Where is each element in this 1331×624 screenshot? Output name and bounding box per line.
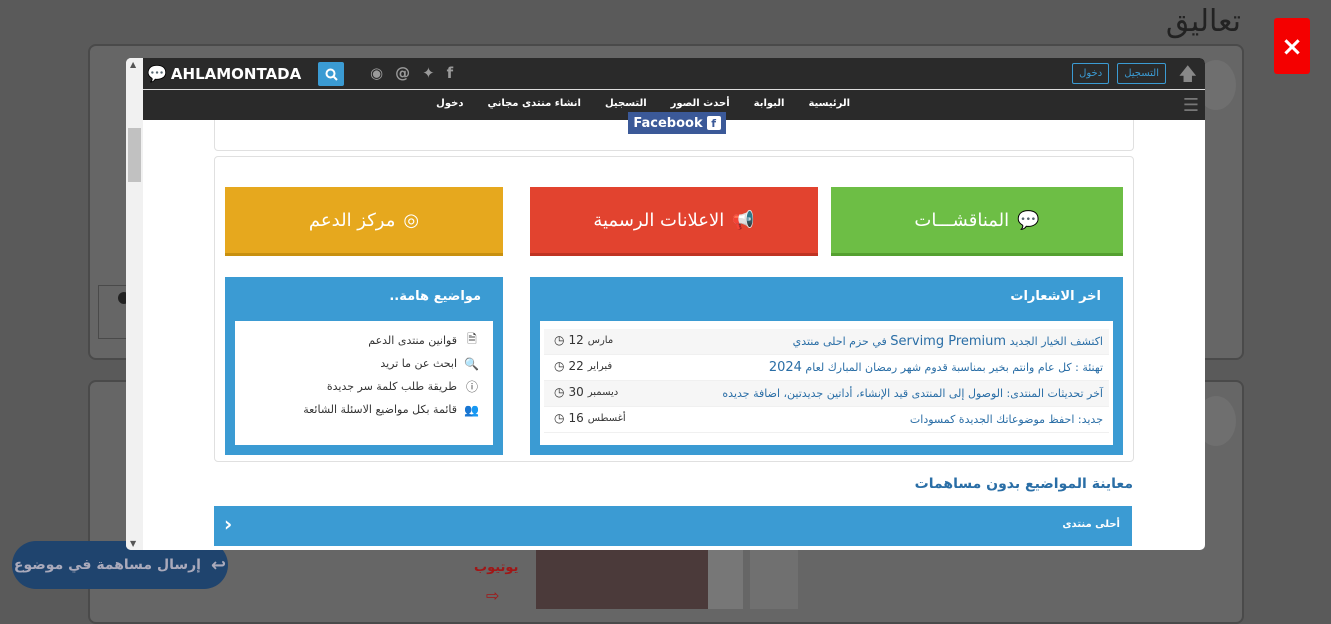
users-icon: 👥	[464, 402, 479, 417]
arrow-right-icon: ⇨	[486, 586, 500, 605]
side-image	[750, 548, 798, 609]
notice-date: أغسطس 16 ◷	[554, 411, 626, 425]
notice-link[interactable]: آخر تحديثات المنتدى: الوصول إلى المنتدى …	[722, 386, 1103, 401]
background-page-title: تعاليق	[1165, 4, 1241, 39]
facebook-box: Facebook f	[214, 112, 1134, 151]
list-item-label[interactable]: قائمة بكل مواضيع الاسئلة الشائعة	[303, 403, 457, 416]
nav-home[interactable]: الرئيسية	[808, 98, 850, 109]
notice-link[interactable]: تهنئة : كل عام وانتم بخير بمناسبة قدوم ش…	[769, 360, 1103, 375]
notice-date: ديسمبر 30 ◷	[554, 385, 619, 399]
list-item-label[interactable]: طريقة طلب كلمة سر جديدة	[327, 380, 457, 393]
table-row[interactable]: آخر تحديثات المنتدى: الوصول إلى المنتدى …	[544, 381, 1109, 407]
scroll-up-icon[interactable]: ▲	[130, 60, 136, 69]
search-icon	[325, 68, 338, 81]
list-item[interactable]: 🗎 قوانين منتدى الدعم	[303, 329, 479, 352]
table-row[interactable]: تهنئة : كل عام وانتم بخير بمناسبة قدوم ش…	[544, 355, 1109, 381]
clock-icon: ◷	[554, 359, 565, 373]
list-item[interactable]: 🔍 ابحث عن ما تريد	[303, 352, 479, 375]
thumbnail-edge	[708, 548, 743, 609]
important-topics-box: مواضيع هامة.. 🗎 قوانين منتدى الدعم 🔍 ابح…	[225, 277, 503, 455]
social-links: ◉ @ ✦ f	[370, 64, 453, 82]
close-modal-button[interactable]: ×	[1274, 18, 1310, 74]
latest-notices-title: اخر الاشعارات	[1010, 289, 1101, 304]
support-center-tile[interactable]: ◎ مركز الدعم	[225, 187, 503, 256]
nav-portal[interactable]: البوابة	[754, 98, 785, 109]
megaphone-icon: 📢	[732, 209, 755, 231]
facebook-icon[interactable]: f	[447, 64, 454, 82]
latest-notices-box: اخر الاشعارات اكتشف الخيار الجديد Servim…	[530, 277, 1123, 455]
facebook-label: Facebook	[633, 115, 703, 131]
list-item-label[interactable]: قوانين منتدى الدعم	[368, 334, 457, 347]
notice-date: فبراير 22 ◷	[554, 359, 613, 373]
notice-date: مارس 12 ◷	[554, 333, 614, 347]
nav-latest-images[interactable]: أحدث الصور	[671, 98, 730, 109]
info-icon: ⓘ	[465, 380, 478, 394]
chat-bubbles-icon: 💬	[147, 64, 167, 83]
unanswered-topics-heading: معاينة المواضيع بدون مساهمات	[914, 476, 1133, 492]
facebook-f-icon: f	[706, 116, 721, 130]
portal-panel: ◎ مركز الدعم 📢 الاعلانات الرسمية 💬 المنا…	[214, 156, 1134, 462]
scrollbar-thumb[interactable]	[128, 128, 141, 182]
search-button[interactable]	[318, 62, 344, 86]
list-item-label[interactable]: ابحث عن ما تريد	[380, 357, 457, 370]
list-item[interactable]: 👥 قائمة بكل مواضيع الاسئلة الشائعة	[303, 398, 479, 421]
reply-icon: ↩	[210, 554, 227, 576]
chevron-right-icon[interactable]: ›	[224, 512, 232, 536]
document-icon: 🗎	[467, 332, 477, 346]
clock-icon: ◷	[554, 411, 565, 425]
arrow-up-icon[interactable]: 🡅	[1178, 62, 1197, 92]
facebook-button[interactable]: Facebook f	[628, 112, 726, 134]
rss-icon[interactable]: ◉	[370, 64, 383, 82]
forum-name[interactable]: أحلى منتدى	[1062, 519, 1120, 530]
lifebuoy-icon: ◎	[403, 209, 420, 231]
brand-name: AHLAMONTADA	[170, 64, 302, 83]
register-button[interactable]: التسجيل	[1117, 63, 1166, 84]
at-icon[interactable]: @	[395, 64, 410, 82]
video-thumbnail	[536, 548, 708, 609]
discussions-label: المناقشـــات	[914, 209, 1010, 231]
list-item[interactable]: ⓘ طريقة طلب كلمة سر جديدة	[303, 375, 479, 398]
top-toolbar: 💬 AHLAMONTADA ◉ @ ✦ f دخول التسجيل 🡅	[143, 58, 1205, 90]
reply-label: إرسال مساهمة في موضوع	[13, 557, 201, 573]
notice-link[interactable]: جديد: احفظ موضوعاتك الجديدة كمسودات	[910, 412, 1103, 427]
nav-login[interactable]: دخول	[436, 98, 463, 109]
scroll-down-icon[interactable]: ▼	[130, 539, 136, 548]
support-center-label: مركز الدعم	[308, 209, 396, 231]
clock-icon: ◷	[554, 333, 565, 347]
nav-create-forum[interactable]: انشاء منتدى مجاني	[487, 98, 581, 109]
auth-links: دخول التسجيل	[1072, 63, 1166, 84]
table-row[interactable]: اكتشف الخيار الجديد Servimg Premium في ح…	[544, 329, 1109, 355]
table-row[interactable]: جديد: احفظ موضوعاتك الجديدة كمسودات أغسط…	[544, 407, 1109, 433]
scrollbar[interactable]: ▲ ▼	[126, 58, 143, 550]
preview-modal: ▲ ▼ 💬 AHLAMONTADA ◉ @ ✦ f دخول التسجيل 🡅…	[126, 58, 1205, 550]
announcements-tile[interactable]: 📢 الاعلانات الرسمية	[530, 187, 818, 256]
comments-icon: 💬	[1017, 209, 1040, 231]
search-icon: 🔍	[464, 356, 479, 371]
clock-icon: ◷	[554, 385, 565, 399]
discussions-tile[interactable]: 💬 المناقشـــات	[831, 187, 1123, 256]
youtube-label: يوتيوب	[474, 560, 519, 575]
login-button[interactable]: دخول	[1072, 63, 1110, 84]
brand-logo[interactable]: 💬 AHLAMONTADA	[147, 64, 301, 83]
forum-category-bar[interactable]: أحلى منتدى ›	[214, 506, 1132, 546]
nav-register[interactable]: التسجيل	[605, 98, 647, 109]
announcements-label: الاعلانات الرسمية	[593, 209, 725, 231]
menu-icon[interactable]: ☰	[1183, 95, 1199, 116]
twitter-icon[interactable]: ✦	[422, 64, 435, 82]
notice-link[interactable]: اكتشف الخيار الجديد Servimg Premium في ح…	[793, 334, 1103, 349]
important-topics-title: مواضيع هامة..	[389, 289, 481, 304]
